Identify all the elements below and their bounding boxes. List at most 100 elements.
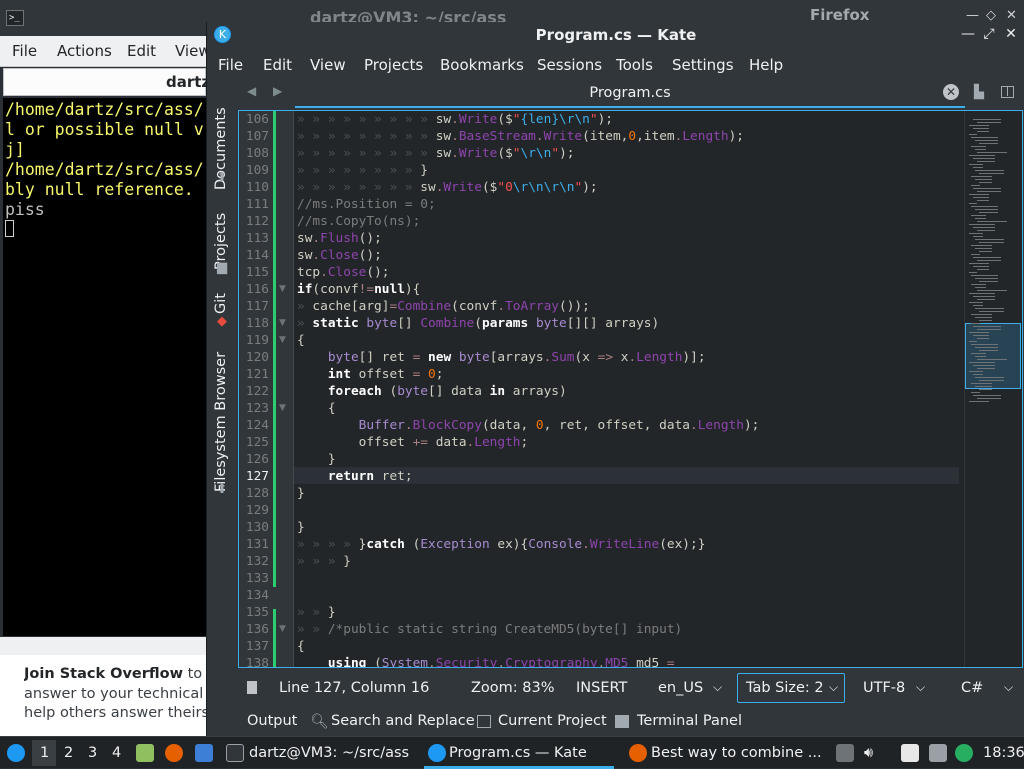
workspace-3[interactable]: 3 <box>88 745 97 761</box>
code-line[interactable]: if(convf!=null){ <box>297 281 420 298</box>
dictionary-select[interactable]: en_US <box>658 680 703 696</box>
terminal-menu-file[interactable]: File <box>12 42 37 60</box>
input-mode[interactable]: INSERT <box>576 680 627 696</box>
menu-settings[interactable]: Settings <box>672 56 734 74</box>
tab-close-icon[interactable]: ✕ <box>943 84 959 100</box>
code-line[interactable]: offset += data.Length; <box>297 434 529 451</box>
minimap-line <box>977 329 1001 330</box>
chevron-down-icon[interactable]: ⌵ <box>713 680 722 695</box>
syntax-mode-select[interactable]: C# <box>961 680 983 696</box>
code-line[interactable]: //ms.Position = 0; <box>297 196 436 213</box>
menu-sessions[interactable]: Sessions <box>537 56 602 74</box>
code-line[interactable]: { <box>297 332 305 349</box>
cursor-position[interactable]: Line 127, Column 16 <box>279 680 429 696</box>
code-line[interactable]: } <box>297 485 305 502</box>
terminal-screen[interactable]: /home/dartz/src/ass/ l or possible null … <box>3 98 206 636</box>
code-line[interactable]: { <box>297 638 305 655</box>
file-manager-icon[interactable] <box>136 744 154 762</box>
code-line[interactable]: using (System.Security.Cryptography.MD5 … <box>297 655 675 667</box>
maximize-icon[interactable]: ⤢ <box>980 26 998 42</box>
code-line[interactable]: » » » » » » » » » sw.Write($"{len}\r\n")… <box>297 111 613 128</box>
chevron-down-icon[interactable]: ⌵ <box>1004 680 1013 695</box>
code-line[interactable]: Buffer.BlockCopy(data, 0, ret, offset, d… <box>297 417 760 434</box>
code-line[interactable]: //ms.CopyTo(ns); <box>297 213 420 230</box>
menu-edit[interactable]: Edit <box>263 56 292 74</box>
close-icon[interactable]: ✕ <box>1006 8 1017 23</box>
code-line[interactable]: } <box>297 519 305 536</box>
task-terminal[interactable]: dartz@VM3: ~/src/ass <box>249 745 409 761</box>
code-editor[interactable]: 106 » » » » » » » » » sw.Write($"{len}\r\… <box>238 110 1023 668</box>
volume-icon[interactable]: 🔊︎ <box>864 745 873 761</box>
encoding-select[interactable]: UTF-8 <box>863 680 905 696</box>
fold-toggle-icon[interactable]: ▼ <box>279 284 286 294</box>
terminal-menu-actions[interactable]: Actions <box>57 42 112 60</box>
code-line[interactable]: sw.Close(); <box>297 247 382 264</box>
fold-toggle-icon[interactable]: ▼ <box>279 624 286 634</box>
pin-icon[interactable]: ▙ <box>974 85 984 100</box>
side-tab-projects[interactable]: Projects <box>213 194 229 270</box>
workspace-1[interactable]: 1 <box>40 745 49 761</box>
toolview-terminal-panel[interactable]: Terminal Panel <box>637 713 742 729</box>
minimize-icon[interactable]: — <box>966 8 979 23</box>
chevron-down-icon[interactable]: ⌵ <box>916 680 925 695</box>
code-line[interactable]: foreach (byte[] data in arrays) <box>297 383 567 400</box>
network-icon[interactable] <box>929 744 947 762</box>
split-view-icon[interactable] <box>1001 86 1014 98</box>
code-line[interactable]: return ret; <box>297 468 413 485</box>
workspace-4[interactable]: 4 <box>112 745 121 761</box>
nav-back-icon[interactable]: ◀ <box>247 84 256 98</box>
fold-toggle-icon[interactable]: ▼ <box>279 403 286 413</box>
menu-projects[interactable]: Projects <box>364 56 423 74</box>
code-line[interactable]: » » » » » » » » } <box>297 162 428 179</box>
toolview-search-replace[interactable]: Search and Replace <box>331 713 475 729</box>
minimap-line <box>975 149 986 150</box>
terminal-tab[interactable]: dartz <box>3 68 210 96</box>
menu-bookmarks[interactable]: Bookmarks <box>440 56 524 74</box>
show-desktop-icon[interactable] <box>195 744 213 762</box>
kate-titlebar[interactable]: K Program.cs — Kate — ⤢ ✕ <box>207 22 1024 50</box>
code-line[interactable]: » static byte[] Combine(params byte[][] … <box>297 315 659 332</box>
updates-icon[interactable] <box>955 744 973 762</box>
workspace-2[interactable]: 2 <box>64 745 73 761</box>
media-icon[interactable] <box>836 744 854 762</box>
restore-icon[interactable]: ◇ <box>986 8 996 23</box>
fold-toggle-icon[interactable]: ▼ <box>279 335 286 345</box>
code-line[interactable]: » » » » » » » » » sw.BaseStream.Write(it… <box>297 128 744 145</box>
app-launcher-icon[interactable] <box>7 744 25 762</box>
zoom-level[interactable]: Zoom: 83% <box>471 680 555 696</box>
menu-tools[interactable]: Tools <box>616 56 653 74</box>
task-kate[interactable]: Program.cs — Kate <box>449 745 587 761</box>
fold-toggle-icon[interactable]: ▼ <box>279 318 286 328</box>
task-firefox[interactable]: Best way to combine ... <box>651 745 822 761</box>
close-icon[interactable]: ✕ <box>1002 26 1020 42</box>
minimap[interactable] <box>964 111 1022 667</box>
code-line[interactable]: » » » } <box>297 553 351 570</box>
side-tab-filesystem-browser[interactable]: Filesystem Browser <box>213 340 229 492</box>
code-line[interactable]: sw.Flush(); <box>297 230 382 247</box>
code-line[interactable]: tcp.Close(); <box>297 264 390 281</box>
side-tab-git[interactable]: Git <box>213 284 229 314</box>
menu-file[interactable]: File <box>218 56 243 74</box>
code-line[interactable]: » cache[arg]=Combine(convf.ToArray()); <box>297 298 590 315</box>
clock[interactable]: 18:36 <box>983 745 1024 761</box>
tab-program-cs[interactable]: Program.cs ✕ <box>295 78 965 108</box>
clipboard-icon[interactable] <box>901 744 919 762</box>
code-line[interactable]: int offset = 0; <box>297 366 444 383</box>
code-line[interactable]: » » » » » » » » » sw.Write($"\r\n"); <box>297 145 574 162</box>
code-line[interactable]: » » } <box>297 604 336 621</box>
code-line[interactable]: » » /*public static string CreateMD5(byt… <box>297 621 682 638</box>
code-line[interactable]: } <box>297 451 336 468</box>
code-line[interactable]: » » » » }catch (Exception ex){Console.Wr… <box>297 536 705 553</box>
code-line[interactable]: » » » » » » » » sw.Write($"0\r\n\r\n"); <box>297 179 598 196</box>
firefox-icon[interactable] <box>165 744 183 762</box>
code-line[interactable]: byte[] ret = new byte[arrays.Sum(x => x.… <box>297 349 706 366</box>
so-join-link[interactable]: Join Stack Overflow <box>24 666 183 682</box>
menu-help[interactable]: Help <box>749 56 783 74</box>
toolview-current-project[interactable]: Current Project <box>498 713 607 729</box>
nav-forward-icon[interactable]: ▶ <box>273 84 282 98</box>
menu-view[interactable]: View <box>310 56 346 74</box>
code-line[interactable]: { <box>297 400 336 417</box>
minimize-icon[interactable]: — <box>959 26 977 42</box>
toolview-output[interactable]: Output <box>247 713 297 729</box>
terminal-menu-edit[interactable]: Edit <box>127 42 156 60</box>
